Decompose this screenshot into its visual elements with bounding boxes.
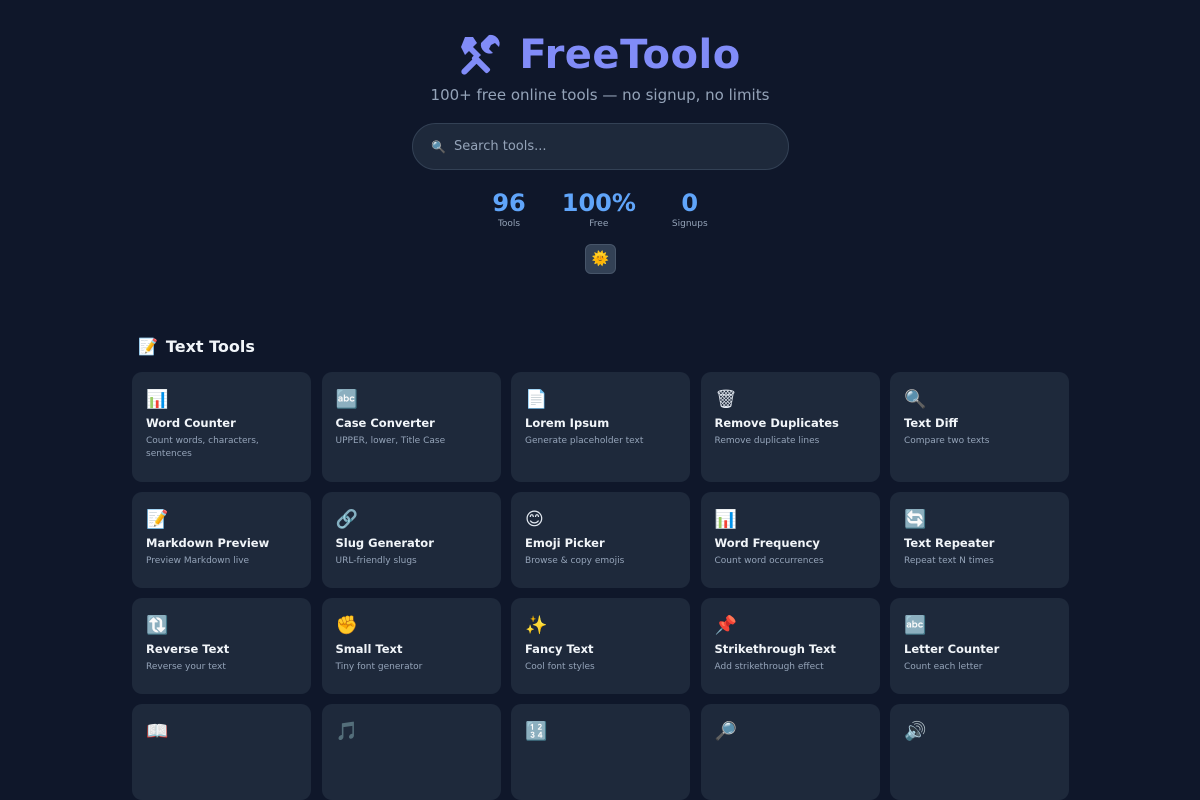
- tool-description: Tiny font generator: [335, 662, 423, 672]
- trash-icon: 🗑: [714, 389, 738, 410]
- numbers-icon: 🔢: [525, 721, 548, 742]
- tool-card[interactable]: 🔤 Case Converter UPPER, lower, Title Case: [321, 372, 501, 482]
- tool-name: Slug Generator: [335, 536, 434, 550]
- logo[interactable]: FreeToolo: [0, 32, 1200, 78]
- tool-description: Preview Markdown live: [146, 556, 250, 566]
- tool-name: Reverse Text: [146, 642, 230, 656]
- magnifier-icon: 🔍: [904, 389, 927, 410]
- tool-card[interactable]: ✊ Small Text Tiny font generator: [321, 598, 501, 694]
- tool-description: Compare two texts: [904, 436, 990, 446]
- tool-grid: 📊 Word Counter Count words, characters, se…: [132, 372, 1070, 800]
- memo-icon: 📝: [146, 509, 169, 530]
- sun-icon: 🌞: [591, 251, 610, 267]
- smiley-icon: 😊: [525, 509, 544, 530]
- tool-description: Repeat text N times: [904, 556, 994, 566]
- stat-value: 0: [681, 189, 699, 217]
- stat-label: Signups: [671, 219, 708, 229]
- tool-card[interactable]: 😊 Emoji Picker Browse & copy emojis: [511, 492, 690, 588]
- stat-free: 100% Free: [562, 188, 636, 229]
- stat-label: Free: [589, 219, 609, 229]
- tool-card[interactable]: 🔢: [511, 704, 690, 800]
- stats-bar: 96 Tools 100% Free 0 Signups: [0, 188, 1200, 229]
- tool-card[interactable]: 🔍 Text Diff Compare two texts: [890, 372, 1069, 482]
- speaker-icon: 🔊: [904, 721, 927, 742]
- app-title: FreeToolo: [519, 32, 741, 78]
- tool-name: Case Converter: [335, 416, 435, 430]
- repeat-icon: 🔄: [904, 509, 927, 530]
- music-note-icon: 🎵: [335, 721, 358, 742]
- document-icon: 📄: [525, 389, 548, 410]
- fist-icon: ✊: [335, 615, 358, 636]
- link-icon: 🔗: [335, 509, 358, 530]
- tool-card[interactable]: 📊 Word Counter Count words, characters, se…: [132, 372, 311, 482]
- tool-card[interactable]: 🔄 Text Repeater Repeat text N times: [890, 492, 1069, 588]
- stat-tools: 96 Tools: [492, 188, 525, 229]
- tool-card[interactable]: 🔗 Slug Generator URL-friendly slugs: [321, 492, 501, 588]
- tool-card[interactable]: 📌 Strikethrough Text Add strikethrough eff…: [700, 598, 880, 694]
- tagline: 100+ free online tools — no signup, no l…: [430, 86, 770, 104]
- search-box[interactable]: 🔍: [412, 123, 789, 170]
- tools-icon: [461, 34, 500, 75]
- theme-toggle-button[interactable]: 🌞: [585, 244, 616, 274]
- tool-name: Word Frequency: [714, 536, 820, 550]
- sparkles-icon: ✨: [525, 615, 548, 636]
- tool-description: URL-friendly slugs: [335, 556, 417, 566]
- tool-description: UPPER, lower, Title Case: [335, 436, 446, 446]
- tool-description: Cool font styles: [525, 662, 595, 672]
- tool-name: Text Repeater: [904, 536, 995, 550]
- tool-name: Lorem Ipsum: [525, 416, 610, 430]
- tool-description: Count each letter: [904, 662, 983, 672]
- reverse-icon: 🔃: [146, 615, 169, 636]
- tool-name: Word Counter: [146, 416, 236, 430]
- tool-name: Letter Counter: [904, 642, 1000, 656]
- abc-icon: 🔤: [335, 389, 358, 410]
- memo-icon: 📝: [138, 337, 158, 356]
- tool-card[interactable]: 🔃 Reverse Text Reverse your text: [132, 598, 311, 694]
- magnifier-right-icon: 🔎: [714, 721, 737, 742]
- tool-card[interactable]: 📄 Lorem Ipsum Generate placeholder text: [511, 372, 690, 482]
- tool-card[interactable]: 📝 Markdown Preview Preview Markdown live: [132, 492, 311, 588]
- tool-card[interactable]: 📖: [132, 704, 311, 800]
- section-title: Text Tools: [165, 337, 255, 356]
- tool-description: Add strikethrough effect: [714, 662, 824, 672]
- stat-signups: 0 Signups: [672, 188, 708, 229]
- tool-description: Browse & copy emojis: [525, 556, 625, 566]
- stat-value: 96: [492, 189, 526, 217]
- abc-icon: 🔤: [904, 615, 927, 636]
- tool-name: Small Text: [335, 642, 403, 656]
- tool-card[interactable]: ✨ Fancy Text Cool font styles: [511, 598, 690, 694]
- tool-card[interactable]: 🔤 Letter Counter Count each letter: [890, 598, 1069, 694]
- tool-description: Remove duplicate lines: [714, 436, 820, 446]
- tool-card[interactable]: 📊 Word Frequency Count word occurrences: [700, 492, 880, 588]
- tool-name: Text Diff: [904, 416, 958, 430]
- tool-card[interactable]: 🔎: [700, 704, 880, 800]
- tool-name: Markdown Preview: [146, 536, 270, 550]
- book-icon: 📖: [146, 721, 169, 742]
- bar-chart-icon: 📊: [714, 509, 737, 530]
- stat-label: Tools: [497, 219, 521, 229]
- tool-description: Count word occurrences: [714, 556, 824, 566]
- tool-card[interactable]: 🎵: [321, 704, 501, 800]
- section-heading: 📝 Text Tools: [138, 337, 255, 356]
- tool-name: Strikethrough Text: [714, 642, 836, 656]
- tool-description: Count words, characters, sentences: [146, 436, 259, 459]
- search-icon: 🔍: [431, 139, 446, 154]
- tool-name: Emoji Picker: [525, 536, 605, 550]
- tool-name: Fancy Text: [525, 642, 594, 656]
- tool-description: Reverse your text: [146, 662, 226, 672]
- page-header: FreeToolo 100+ free online tools — no si…: [0, 0, 1200, 320]
- tool-card[interactable]: 🔊: [890, 704, 1069, 800]
- pushpin-icon: 📌: [714, 615, 737, 636]
- tool-description: Generate placeholder text: [525, 436, 644, 446]
- tool-card[interactable]: 🗑 Remove Duplicates Remove duplicate lines: [700, 372, 880, 482]
- tool-name: Remove Duplicates: [714, 416, 839, 430]
- search-input[interactable]: [453, 139, 754, 154]
- stat-value: 100%: [561, 189, 636, 217]
- bar-chart-icon: 📊: [146, 389, 169, 410]
